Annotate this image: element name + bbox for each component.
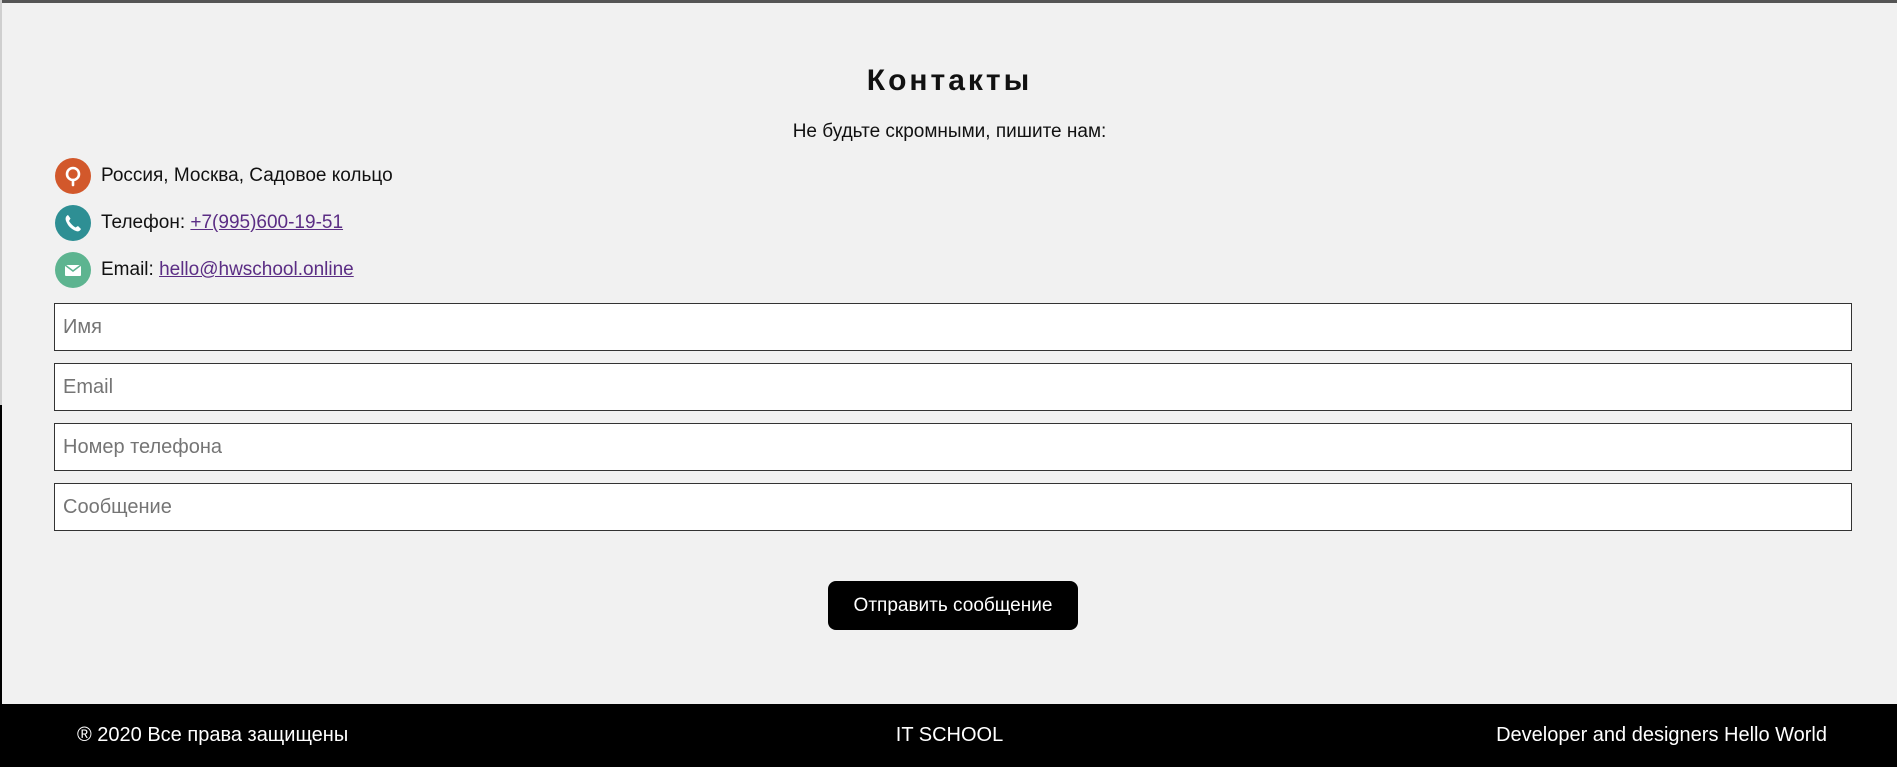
name-input[interactable]: [54, 303, 1852, 351]
location-pin-icon: [55, 158, 91, 194]
contacts-subtitle: Не будьте скромными, пишите нам:: [792, 121, 1107, 142]
phone-icon: [55, 205, 91, 241]
send-message-button[interactable]: Отправить сообщение: [828, 581, 1078, 630]
email-input[interactable]: [54, 363, 1852, 411]
phone-row: Телефон: +7(995)600-19-51: [55, 205, 343, 241]
email-label: Email:: [101, 259, 160, 280]
phone-label: Телефон:: [101, 212, 191, 233]
footer-credits: Developer and designers Hello World: [1496, 724, 1827, 746]
email-row: Email: hello@hwschool.online: [55, 252, 354, 288]
page-title: Контакты: [866, 64, 1033, 97]
message-input[interactable]: [54, 483, 1852, 531]
footer: ® 2020 Все права защищены IT SCHOOL Deve…: [2, 704, 1897, 767]
address-row: Россия, Москва, Садовое кольцо: [55, 158, 393, 194]
contacts-section: Контакты Не будьте скромными, пишите нам…: [0, 0, 1897, 767]
mail-icon: [55, 252, 91, 288]
address-text: Россия, Москва, Садовое кольцо: [101, 165, 393, 186]
phone-input[interactable]: [54, 423, 1852, 471]
email-link[interactable]: hello@hwschool.online: [159, 259, 354, 281]
phone-link[interactable]: +7(995)600-19-51: [190, 212, 343, 234]
